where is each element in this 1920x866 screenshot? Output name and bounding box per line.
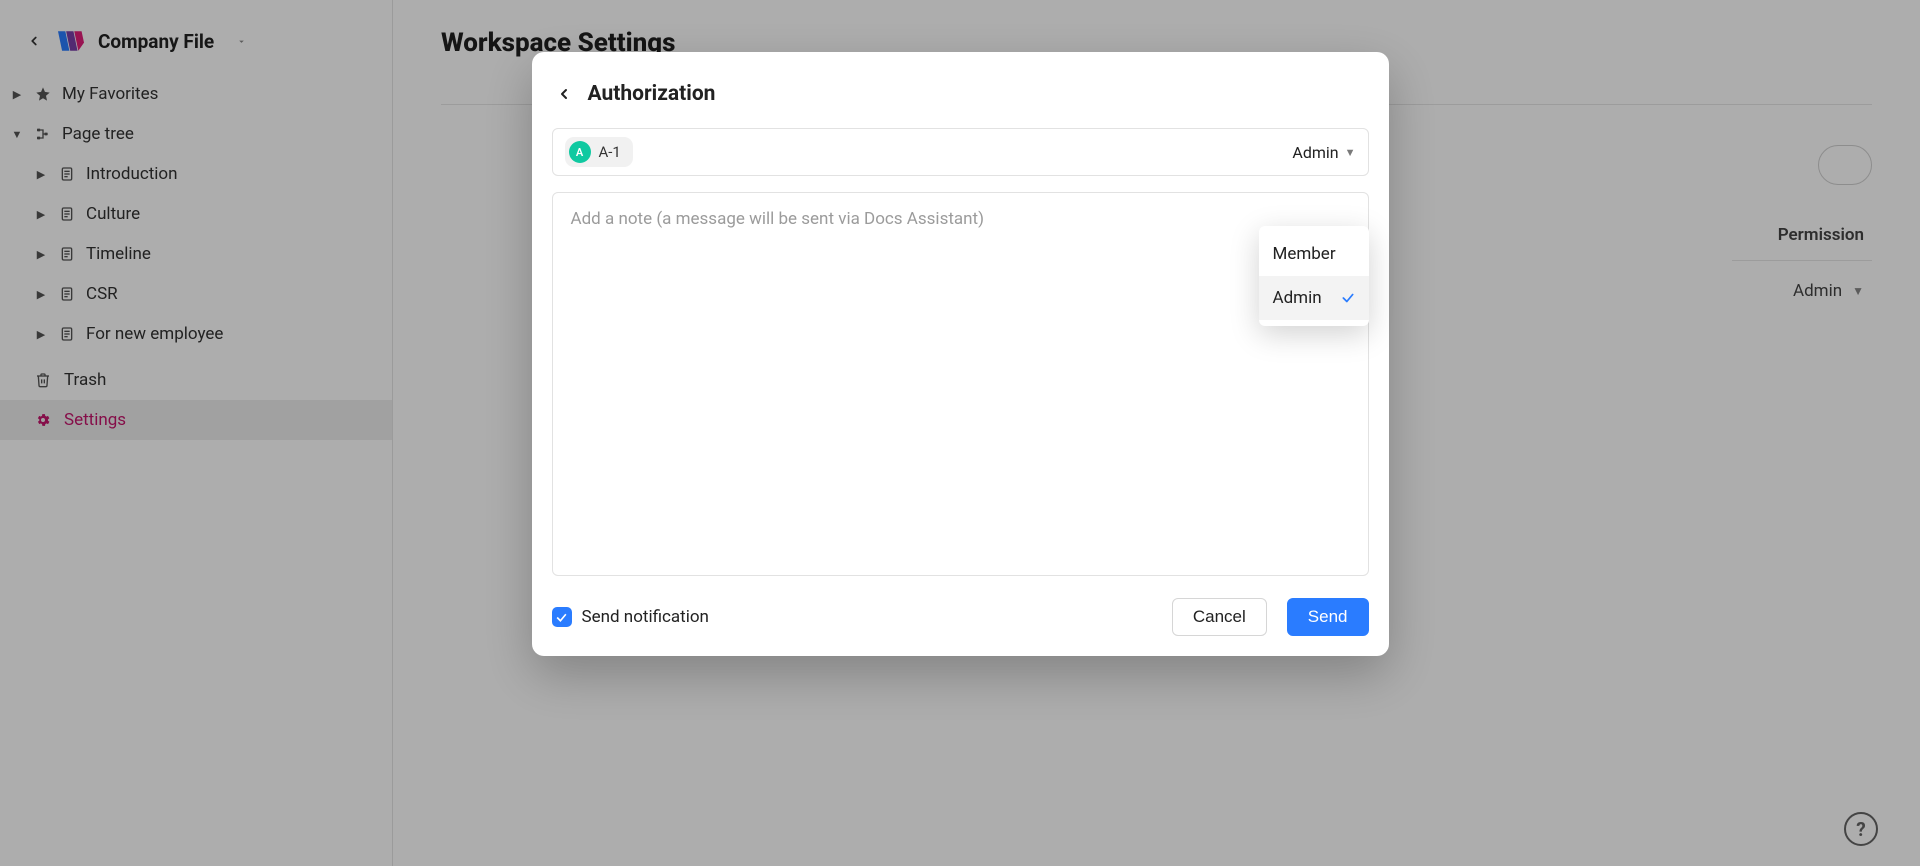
- modal-scrim[interactable]: Authorization A A-1 Admin ▼ Send notific…: [0, 0, 1920, 866]
- avatar: A: [569, 141, 591, 163]
- role-select-trigger[interactable]: Admin ▼: [1292, 143, 1355, 162]
- help-button[interactable]: ?: [1844, 812, 1878, 846]
- recipient-chip[interactable]: A A-1: [565, 137, 633, 167]
- check-icon: [1341, 291, 1355, 305]
- role-option-member[interactable]: Member: [1259, 232, 1369, 276]
- role-option-label: Member: [1273, 244, 1336, 264]
- caret-down-icon: ▼: [1345, 146, 1356, 159]
- recipient-name: A-1: [599, 143, 621, 161]
- role-option-label: Admin: [1273, 288, 1322, 308]
- send-notification-toggle[interactable]: Send notification: [552, 607, 709, 627]
- note-textarea[interactable]: [552, 192, 1369, 576]
- send-button[interactable]: Send: [1287, 598, 1369, 636]
- send-notification-label: Send notification: [582, 607, 709, 627]
- checkbox-checked-icon: [552, 607, 572, 627]
- role-selected: Admin: [1292, 143, 1338, 162]
- authorization-modal: Authorization A A-1 Admin ▼ Send notific…: [532, 52, 1389, 656]
- modal-back-button[interactable]: [554, 84, 574, 104]
- role-option-admin[interactable]: Admin: [1259, 276, 1369, 320]
- recipient-row: A A-1 Admin ▼: [552, 128, 1369, 176]
- role-dropdown: Member Admin: [1259, 226, 1369, 326]
- modal-title: Authorization: [588, 82, 716, 106]
- cancel-button[interactable]: Cancel: [1172, 598, 1267, 636]
